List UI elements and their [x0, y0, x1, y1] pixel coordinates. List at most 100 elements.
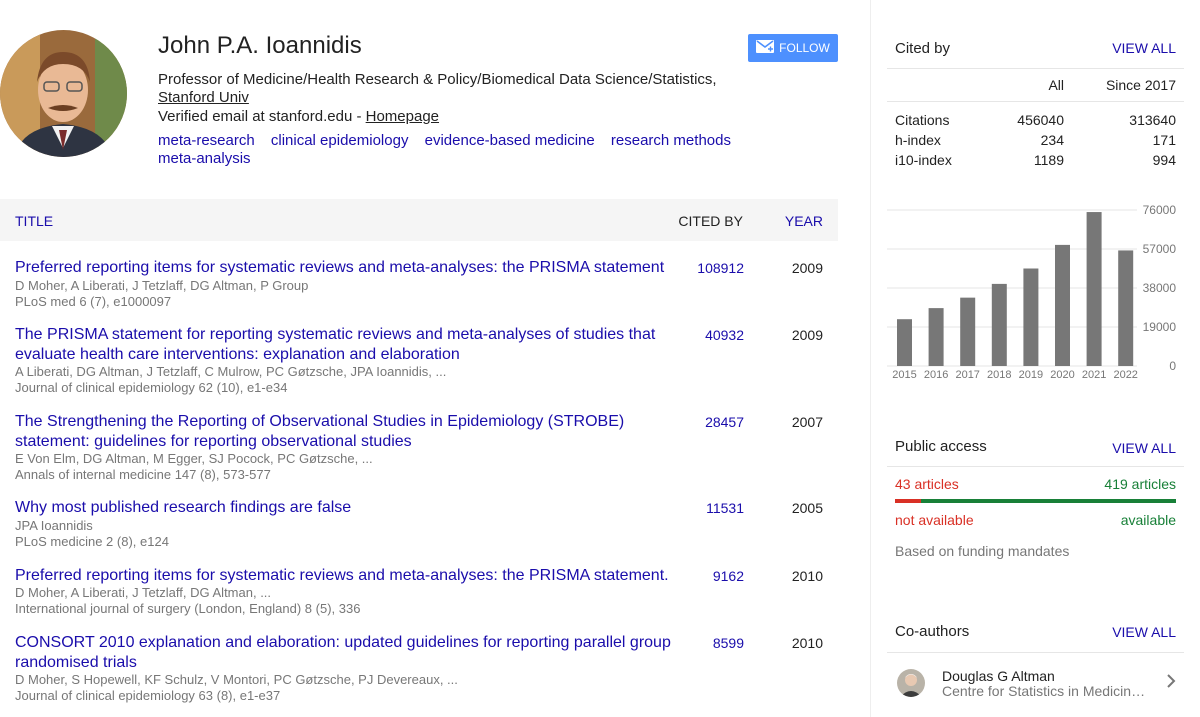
chart-x-tick-label: 2018	[987, 369, 1011, 381]
article-title-link[interactable]: Preferred reporting items for systematic…	[15, 566, 675, 586]
interest-link[interactable]: meta-research	[158, 132, 255, 149]
chevron-right-icon	[1166, 672, 1176, 693]
chart-y-tick-label: 76000	[1143, 203, 1177, 217]
chart-bar[interactable]	[928, 308, 944, 366]
follow-button[interactable]: FOLLOW	[748, 34, 838, 62]
stats-col-since: Since 2017	[1105, 77, 1176, 93]
article-title-link[interactable]: The PRISMA statement for reporting syste…	[15, 325, 675, 365]
sort-by-title[interactable]: TITLE	[15, 213, 53, 229]
article-cited-by-link[interactable]: 8599	[713, 635, 744, 651]
mail-icon	[756, 40, 775, 56]
chart-bar[interactable]	[960, 297, 976, 366]
article-venue: PLoS medicine 2 (8), e124	[15, 534, 169, 549]
divider	[887, 466, 1184, 467]
verified-email-text: Verified email at stanford.edu -	[158, 108, 366, 125]
stats-col-all: All	[1048, 77, 1064, 93]
sort-by-cited[interactable]: CITED BY	[678, 213, 743, 229]
interest-link[interactable]: research methods	[611, 132, 731, 149]
verified-email: Verified email at stanford.edu - Homepag…	[158, 108, 439, 125]
chart-y-tick-label: 0	[1169, 359, 1176, 373]
article-cited-by-link[interactable]: 28457	[705, 414, 744, 430]
chart-bar[interactable]	[1118, 250, 1134, 366]
chart-bar[interactable]	[897, 319, 912, 366]
article-venue: International journal of surgery (London…	[15, 601, 361, 616]
article-cited-by-link[interactable]: 108912	[697, 260, 744, 276]
profile-affiliation: Professor of Medicine/Health Research & …	[158, 71, 748, 107]
affiliation-text: Professor of Medicine/Health Research & …	[158, 71, 717, 88]
chart-x-tick-label: 2016	[924, 369, 948, 381]
stat-since: 994	[1152, 152, 1176, 168]
article-title-link[interactable]: Why most published research findings are…	[15, 498, 675, 518]
article-title-link[interactable]: Preferred reporting items for systematic…	[15, 258, 675, 278]
stat-all: 456040	[1017, 112, 1064, 128]
stat-label: i10-index	[895, 152, 952, 168]
coauthor-item[interactable]: Douglas G Altman Centre for Statistics i…	[887, 655, 1184, 707]
chart-bar[interactable]	[1086, 212, 1102, 366]
cited-by-view-all[interactable]: VIEW ALL	[1112, 40, 1176, 56]
interest-link[interactable]: clinical epidemiology	[271, 132, 409, 149]
citations-bar-chart: 76000 57000 38000 19000 0 2015 2016 2017 2018 201…	[887, 203, 1177, 381]
article-cited-by-link[interactable]: 9162	[713, 568, 744, 584]
article-year: 2010	[791, 568, 823, 584]
chart-bar[interactable]	[991, 283, 1007, 366]
interest-link[interactable]: evidence-based medicine	[425, 132, 595, 149]
not-available-bar-fill	[895, 499, 922, 503]
research-interests: meta-research clinical epidemiology evid…	[158, 132, 758, 168]
article-cited-by-link[interactable]: 40932	[705, 327, 744, 343]
available-count[interactable]: 419 articles	[1104, 476, 1176, 492]
article-title-link[interactable]: CONSORT 2010 explanation and elaboration…	[15, 633, 675, 673]
stat-label: h-index	[895, 132, 941, 148]
public-access-view-all[interactable]: VIEW ALL	[1112, 440, 1176, 456]
article-authors: A Liberati, DG Altman, J Tetzlaff, C Mul…	[15, 364, 447, 379]
coauthors-view-all[interactable]: VIEW ALL	[1112, 624, 1176, 640]
chart-bar[interactable]	[1023, 268, 1039, 367]
article-cited-by-link[interactable]: 11531	[706, 500, 744, 516]
chart-x-tick-label: 2021	[1082, 369, 1106, 381]
article-authors: D Moher, S Hopewell, KF Schulz, V Montor…	[15, 672, 458, 687]
article-authors: D Moher, A Liberati, J Tetzlaff, DG Altm…	[15, 278, 309, 293]
article-venue: Annals of internal medicine 147 (8), 573…	[15, 467, 271, 482]
stat-all: 234	[1040, 132, 1064, 148]
interest-link[interactable]: meta-analysis	[158, 150, 251, 167]
not-available-label: not available	[895, 512, 974, 528]
article-year: 2010	[791, 635, 823, 651]
chart-x-tick-label: 2019	[1019, 369, 1043, 381]
affiliation-org-link[interactable]: Stanford Univ	[158, 89, 249, 106]
divider	[887, 101, 1184, 102]
sort-by-year[interactable]: YEAR	[785, 213, 823, 229]
available-label: available	[1120, 512, 1176, 528]
homepage-link[interactable]: Homepage	[366, 108, 439, 125]
not-available-count[interactable]: 43 articles	[895, 476, 959, 492]
coauthors-panel: Co-authors VIEW ALL Douglas G Altman Cen…	[887, 615, 1184, 717]
cited-by-title: Cited by	[895, 40, 951, 57]
article-venue: Journal of clinical epidemiology 62 (10)…	[15, 380, 288, 395]
divider	[887, 652, 1184, 653]
chart-y-tick-label: 38000	[1143, 281, 1177, 295]
divider	[887, 68, 1184, 69]
article-authors: D Moher, A Liberati, J Tetzlaff, DG Altm…	[15, 585, 272, 600]
article-authors: JPA Ioannidis	[15, 518, 93, 533]
article-venue: PLoS med 6 (7), e1000097	[15, 294, 172, 309]
article-year: 2005	[791, 500, 823, 516]
article-year: 2009	[791, 327, 823, 343]
profile-photo	[0, 30, 127, 157]
chart-x-tick-label: 2017	[955, 369, 979, 381]
chart-x-tick-label: 2015	[892, 369, 916, 381]
article-year: 2007	[791, 414, 823, 430]
coauthor-avatar	[897, 669, 925, 697]
chart-x-tick-label: 2020	[1050, 369, 1074, 381]
stat-since: 313640	[1129, 112, 1176, 128]
articles-table-header: TITLE CITED BY YEAR	[0, 199, 838, 241]
cited-by-panel: Cited by VIEW ALL All Since 2017 Citatio…	[887, 0, 1184, 200]
coauthor-name: Douglas G Altman	[942, 668, 1055, 684]
coauthor-affiliation: Centre for Statistics in Medicine, Unive…	[942, 683, 1152, 699]
follow-label: FOLLOW	[779, 41, 830, 55]
stat-since: 171	[1152, 132, 1176, 148]
chart-y-tick-label: 57000	[1143, 242, 1177, 256]
chart-bar[interactable]	[1055, 244, 1070, 366]
public-access-panel: Public access VIEW ALL 43 articles 419 a…	[887, 430, 1184, 570]
public-access-title: Public access	[895, 438, 987, 455]
article-title-link[interactable]: The Strengthening the Reporting of Obser…	[15, 412, 675, 452]
public-access-bar	[895, 499, 1176, 503]
stat-all: 1189	[1033, 152, 1064, 168]
